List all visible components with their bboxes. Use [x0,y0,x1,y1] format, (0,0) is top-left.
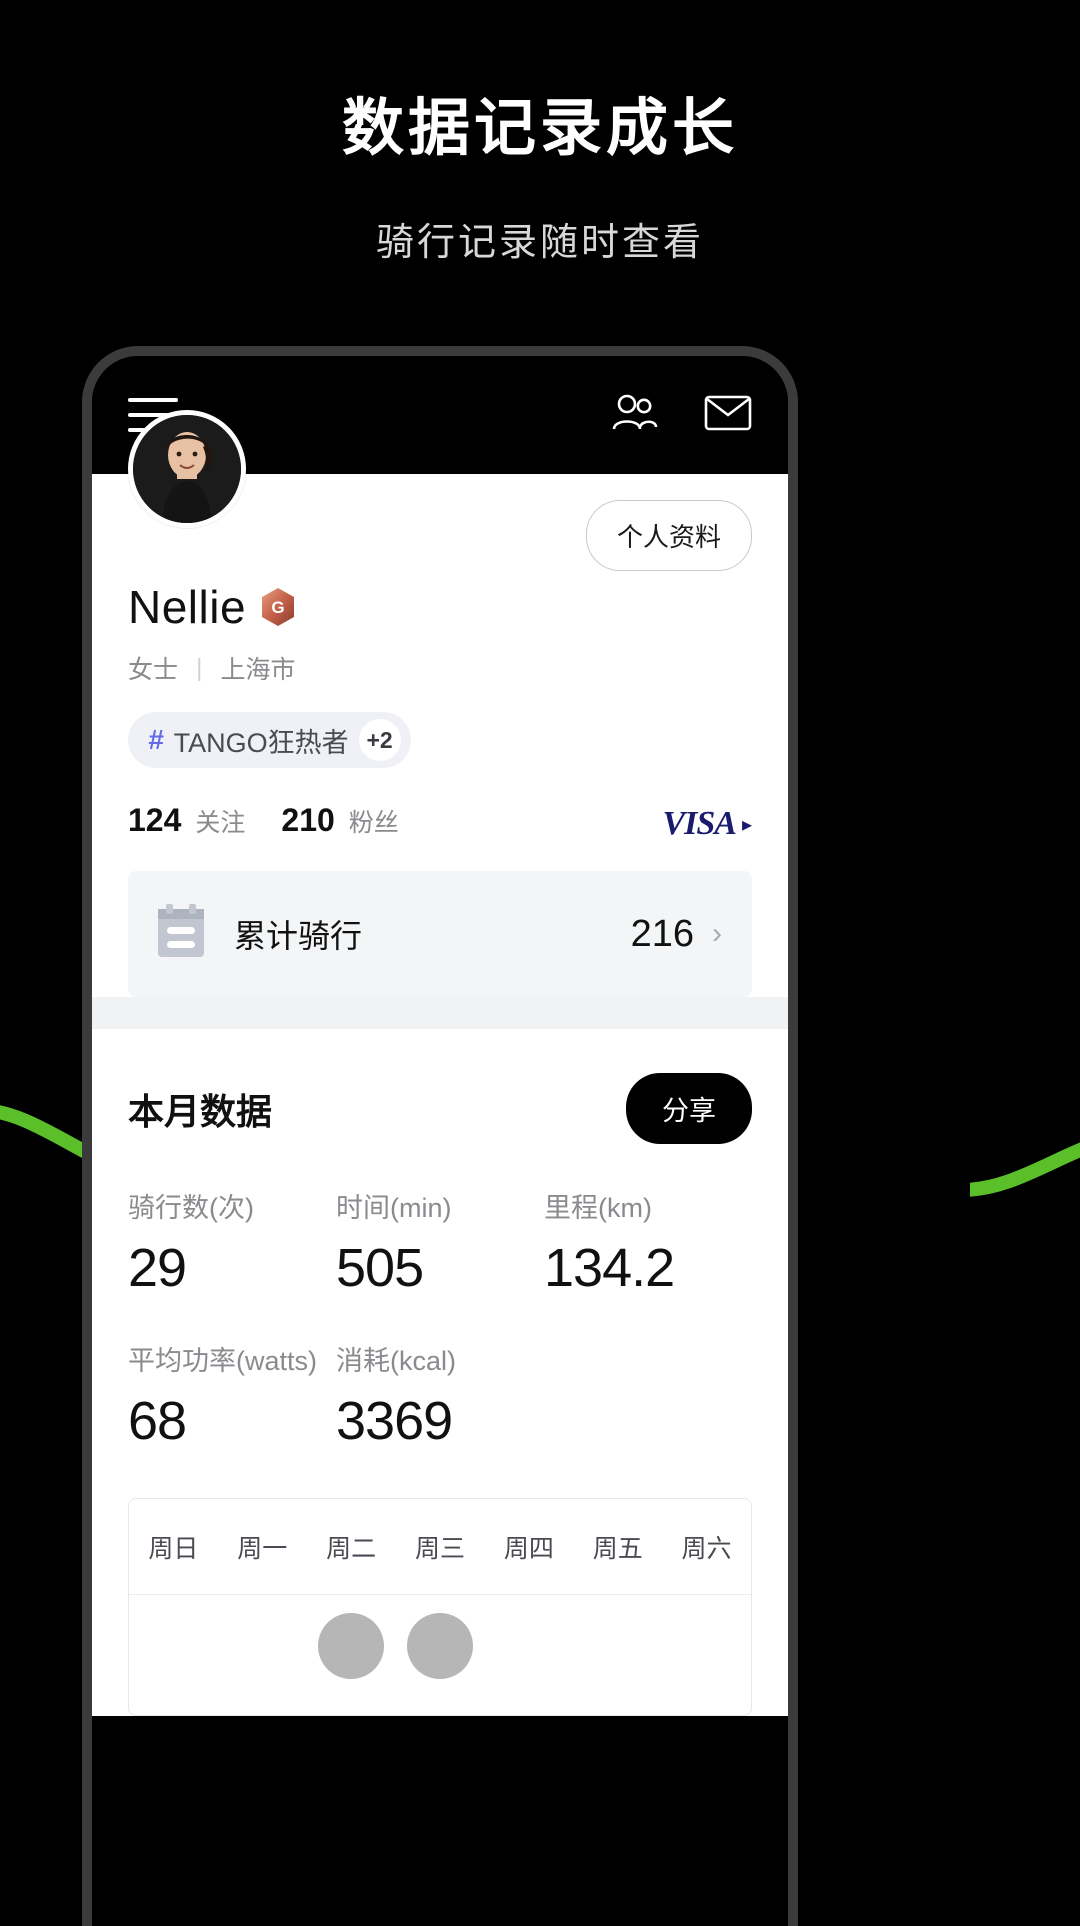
month-header: 本月数据 分享 [128,1073,752,1144]
accumulated-left: 累计骑行 [154,903,362,966]
meta-separator: | [196,653,203,682]
week-dot [496,1613,562,1679]
followers-count[interactable]: 210 [281,802,334,839]
visa-logo-text: VISA [662,805,736,842]
stat-value: 3369 [336,1391,453,1451]
month-title: 本月数据 [128,1090,273,1132]
promo-header: 数据记录成长 骑行记录随时查看 [0,0,1080,266]
profile-card: 个人资料 Nellie G 女士 | 上海市 # TANGO狂热者 +2 124… [92,410,788,997]
user-name: Nellie [128,581,247,633]
accumulated-ride-row[interactable]: 累计骑行 216 › [128,871,752,997]
week-day-label[interactable]: 周二 [307,1529,396,1565]
week-day-header: 周日 周一 周二 周三 周四 周五 周六 [129,1499,751,1595]
phone-screen: 个人资料 Nellie G 女士 | 上海市 # TANGO狂热者 +2 124… [92,356,788,1926]
stat-label: 时间(min) [336,1193,452,1223]
hash-icon: # [148,724,164,755]
week-day-label[interactable]: 周一 [218,1529,307,1565]
week-day-label[interactable]: 周五 [573,1529,662,1565]
stat-item: 消耗(kcal) 3369 [336,1339,544,1452]
stat-item-empty [544,1339,752,1452]
accumulated-value: 216 [630,912,694,955]
week-day-label[interactable]: 周三 [396,1529,485,1565]
promo-subtitle: 骑行记录随时查看 [375,222,704,265]
stat-value: 29 [128,1238,187,1298]
week-dot[interactable] [406,1613,473,1679]
stat-value: 68 [128,1391,187,1451]
chevron-right-icon: ▸ [741,813,752,836]
user-tag-chip[interactable]: # TANGO狂热者 +2 [128,712,411,768]
people-icon[interactable] [610,391,658,440]
section-divider [92,997,788,1029]
phone-mockup-frame: 个人资料 Nellie G 女士 | 上海市 # TANGO狂热者 +2 124… [82,346,798,1926]
accumulated-label: 累计骑行 [234,918,363,954]
stat-value: 134.2 [544,1238,675,1298]
promo-title: 数据记录成长 [341,94,738,163]
stat-label: 骑行数(次) [128,1193,254,1223]
share-button[interactable]: 分享 [626,1073,752,1144]
follow-stats-row: 124 关注 210 粉丝 VISA ▸ [128,802,752,842]
stat-label: 平均功率(watts) [128,1346,317,1376]
stat-grid: 骑行数(次) 29 时间(min) 505 里程(km) 134.2 平均功率(… [128,1186,752,1452]
week-dot [674,1613,740,1679]
week-dot [140,1613,206,1679]
week-day-label[interactable]: 周四 [484,1529,573,1565]
stat-item: 里程(km) 134.2 [544,1186,752,1299]
week-dot [229,1613,295,1679]
avatar[interactable] [128,410,246,528]
following-label: 关注 [195,809,246,837]
gold-hexagon-g-badge-icon: G [260,587,296,627]
tag-more-count[interactable]: +2 [358,719,401,761]
stat-label: 消耗(kcal) [336,1346,456,1376]
user-meta-row: 女士 | 上海市 [128,650,752,686]
stat-item: 骑行数(次) 29 [128,1186,336,1299]
month-data-section: 本月数据 分享 骑行数(次) 29 时间(min) 505 里程(km) 134… [92,1029,788,1716]
week-chart-card: 周日 周一 周二 周三 周四 周五 周六 [128,1498,752,1716]
week-dot-row [129,1595,751,1715]
profile-button[interactable]: 个人资料 [585,500,752,571]
following-count[interactable]: 124 [128,802,181,839]
followers-label: 粉丝 [348,809,399,837]
week-dot [585,1613,651,1679]
envelope-icon[interactable] [704,394,752,437]
user-city: 上海市 [220,656,296,684]
tag-label: TANGO狂热者 [173,727,349,758]
week-day-label[interactable]: 周六 [662,1529,751,1565]
green-swoosh-right-decoration [970,1120,1080,1210]
visa-card-link[interactable]: VISA ▸ [662,805,752,843]
stat-item: 时间(min) 505 [336,1186,544,1299]
calendar-icon [154,903,208,966]
stat-item: 平均功率(watts) 68 [128,1339,336,1452]
week-dot[interactable] [318,1613,385,1679]
top-bar-actions [610,391,752,440]
accumulated-right: 216 › [631,913,722,956]
week-day-label[interactable]: 周日 [129,1529,218,1565]
stat-value: 505 [336,1238,424,1298]
stat-label: 里程(km) [544,1193,652,1223]
svg-text:G: G [271,598,284,617]
chevron-right-icon: › [712,917,722,950]
user-gender: 女士 [128,656,179,684]
